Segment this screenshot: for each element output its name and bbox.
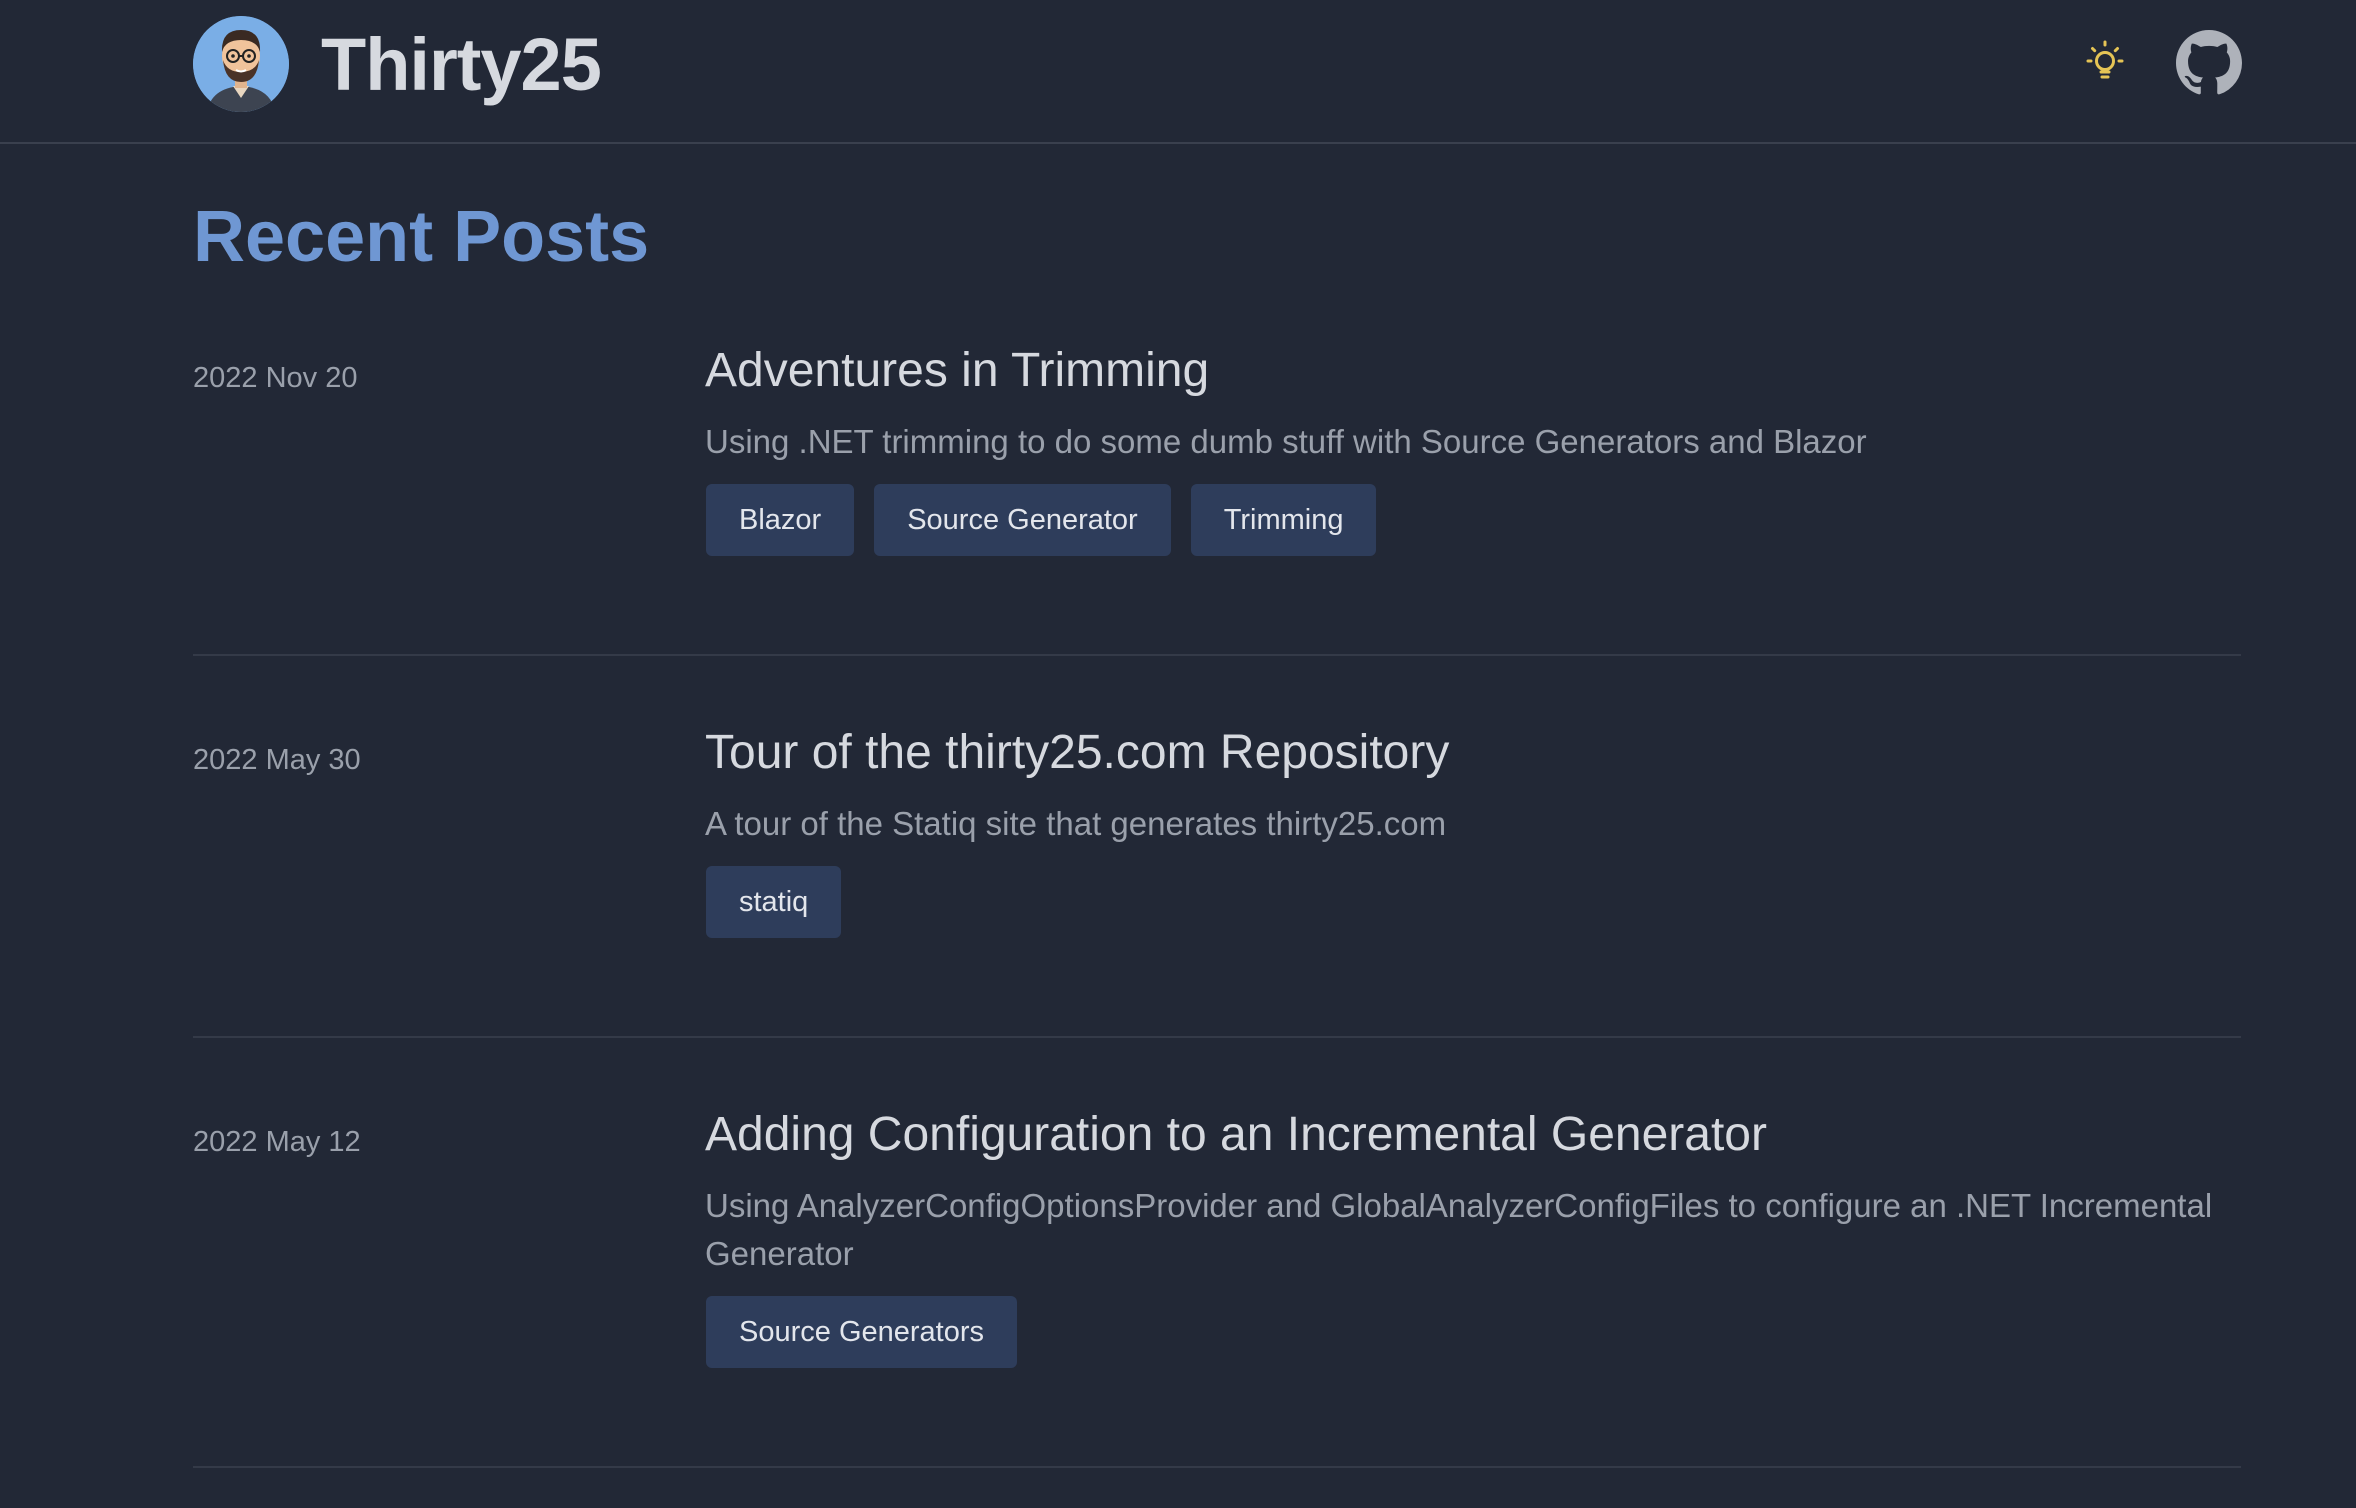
site-header: Thirty25 xyxy=(0,0,2356,144)
post-item: 2022 May 30 Tour of the thirty25.com Rep… xyxy=(193,656,2241,1038)
avatar-icon[interactable] xyxy=(193,16,289,112)
post-title-link[interactable]: Adding Configuration to an Incremental G… xyxy=(705,1105,1767,1165)
tag-button[interactable]: Source Generators xyxy=(706,1296,1018,1368)
tag-list: Source Generators xyxy=(706,1296,1018,1368)
post-description: Using .NET trimming to do some dumb stuf… xyxy=(705,423,1867,460)
post-date: 2022 May 30 xyxy=(193,744,361,776)
post-date: 2022 Nov 20 xyxy=(193,362,358,394)
post-date: 2022 May 12 xyxy=(193,1126,361,1158)
site-title[interactable]: Thirty25 xyxy=(321,20,602,110)
tag-button[interactable]: Source Generator xyxy=(874,484,1171,556)
post-item: 2022 Nov 20 Adventures in Trimming Using… xyxy=(193,144,2241,656)
lightbulb-icon[interactable] xyxy=(2080,38,2130,88)
post-title-link[interactable]: Adventures in Trimming xyxy=(705,341,1209,401)
tag-list: statiq xyxy=(706,866,842,938)
github-icon[interactable] xyxy=(2176,30,2242,96)
tag-button[interactable]: Trimming xyxy=(1190,484,1377,556)
tag-list: Blazor Source Generator Trimming xyxy=(706,484,1377,556)
tag-button[interactable]: Blazor xyxy=(706,484,855,556)
post-item: 2022 May 12 Adding Configuration to an I… xyxy=(193,1038,2241,1468)
tag-button[interactable]: statiq xyxy=(706,866,842,938)
post-title-link[interactable]: Tour of the thirty25.com Repository xyxy=(705,723,1449,783)
post-description: Using AnalyzerConfigOptionsProvider and … xyxy=(705,1187,2213,1272)
post-description: A tour of the Statiq site that generates… xyxy=(705,805,1447,842)
